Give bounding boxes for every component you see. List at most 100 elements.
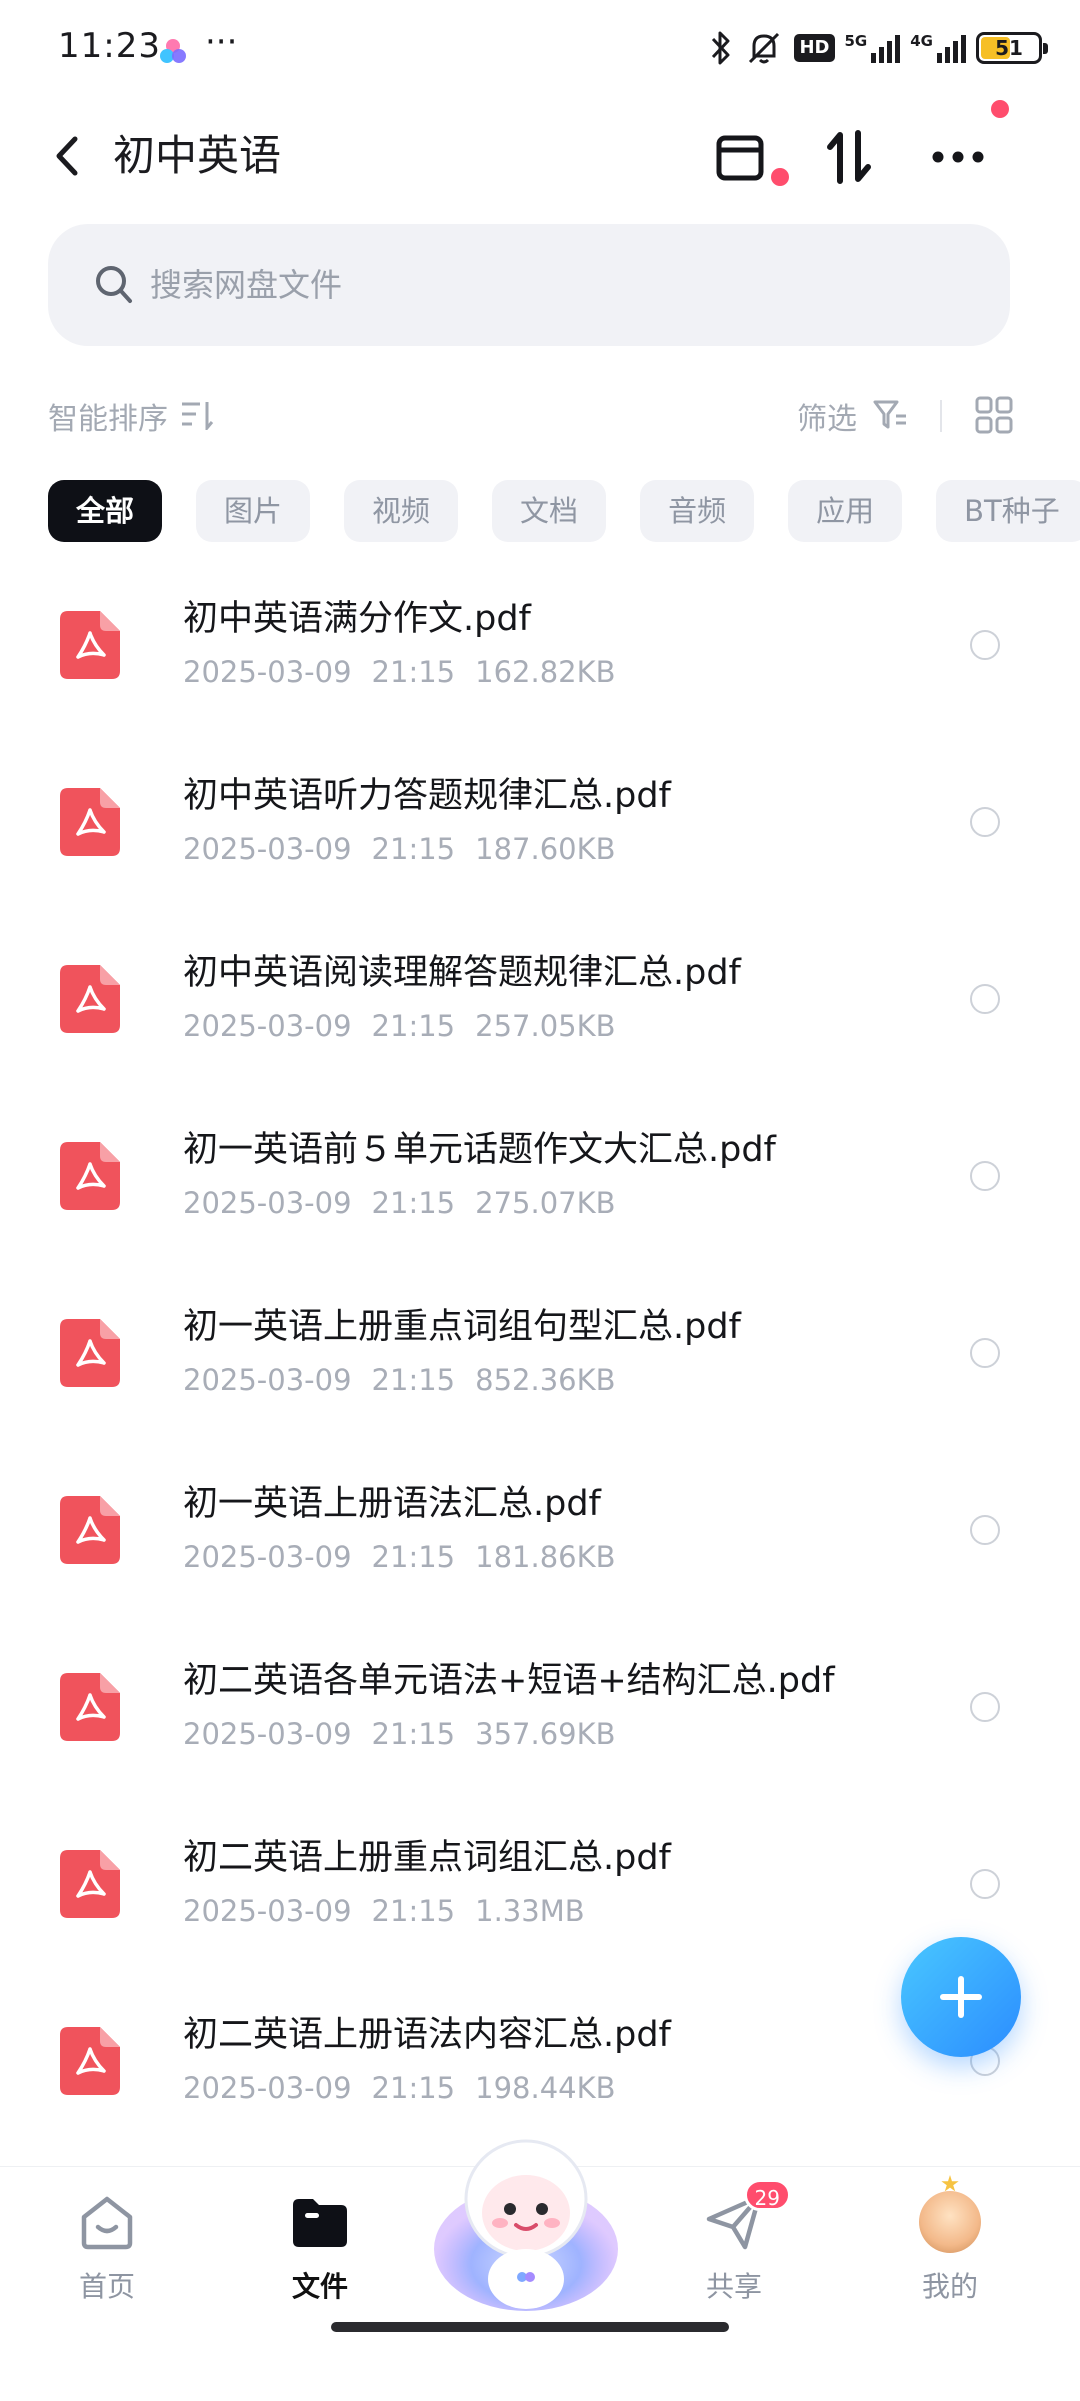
more-button[interactable]	[923, 122, 993, 192]
file-row[interactable]: 初二英语各单元语法+短语+结构汇总.pdf 2025-03-09 21:15 357.…	[0, 1622, 1080, 1799]
mascot-button[interactable]	[430, 2121, 622, 2321]
share-count-badge: 29	[743, 2179, 791, 2211]
back-button[interactable]	[40, 128, 96, 184]
file-size: 357.69KB	[475, 1717, 616, 1751]
page-title: 初中英语	[113, 131, 282, 180]
transfer-list-button[interactable]	[705, 122, 775, 192]
add-button[interactable]	[901, 1937, 1021, 2057]
file-row[interactable]: 初中英语阅读理解答题规律汇总.pdf 2025-03-09 21:15 257.05K…	[0, 914, 1080, 1091]
file-meta: 2025-03-09 21:15 198.44KB	[183, 2068, 636, 2108]
sort-lines-icon	[182, 402, 214, 430]
battery-cap	[1043, 43, 1048, 54]
search-box[interactable]	[48, 224, 1010, 346]
file-row[interactable]: 初二英语上册重点词组汇总.pdf 2025-03-09 21:15 1.33MB	[0, 1799, 1080, 1976]
bluetooth-icon	[712, 31, 730, 65]
select-checkbox[interactable]	[970, 984, 1000, 1014]
file-size: 181.86KB	[475, 1540, 616, 1574]
home-indicator[interactable]	[331, 2322, 729, 2332]
mascot-icon	[434, 2139, 618, 2311]
file-time: 21:15	[371, 832, 456, 866]
chip-videos[interactable]: 视频	[344, 480, 459, 542]
plus-icon	[940, 1976, 982, 2018]
battery-indicator: 51	[976, 32, 1048, 64]
file-date: 2025-03-09	[183, 1540, 352, 1574]
chip-apps[interactable]: 应用	[788, 480, 903, 542]
select-checkbox[interactable]	[970, 807, 1000, 837]
select-checkbox[interactable]	[970, 1692, 1000, 1722]
select-checkbox[interactable]	[970, 630, 1000, 660]
file-size: 275.07KB	[475, 1186, 616, 1220]
pdf-file-icon	[60, 1850, 120, 1918]
chip-documents[interactable]: 文档	[492, 480, 607, 542]
avatar-icon	[915, 2187, 985, 2257]
sort-filter-row: 智能排序 筛选	[0, 384, 1080, 448]
file-size: 257.05KB	[475, 1009, 616, 1043]
search-input[interactable]	[150, 224, 970, 346]
nav-profile[interactable]: 我的	[880, 2187, 1020, 2317]
folder-icon	[285, 2187, 355, 2257]
file-row[interactable]: 初中英语满分作文.pdf 2025-03-09 21:15 162.82KB	[0, 560, 1080, 737]
chip-bt-torrents[interactable]: BT种子	[936, 480, 1080, 542]
grid-view-icon[interactable]	[975, 396, 1013, 434]
file-time: 21:15	[371, 1717, 456, 1751]
file-date: 2025-03-09	[183, 2071, 352, 2105]
select-checkbox[interactable]	[970, 1869, 1000, 1899]
nav-label: 文件	[291, 2270, 348, 2303]
chip-audio[interactable]: 音频	[640, 480, 755, 542]
toolbar-divider	[940, 400, 942, 432]
home-icon	[72, 2187, 142, 2257]
file-name: 初二英语上册重点词组汇总.pdf	[183, 1838, 671, 1878]
file-meta: 2025-03-09 21:15 187.60KB	[183, 829, 636, 869]
nav-home[interactable]: 首页	[37, 2187, 177, 2317]
status-indicators: HD 5G 4G 51	[708, 28, 1048, 68]
pdf-file-icon	[60, 1673, 120, 1741]
file-row[interactable]: 初一英语上册语法汇总.pdf 2025-03-09 21:15 181.86KB	[0, 1445, 1080, 1622]
pdf-file-icon	[60, 611, 120, 679]
file-time: 21:15	[371, 655, 456, 689]
chip-all[interactable]: 全部	[48, 480, 163, 542]
nav-label: 首页	[78, 2270, 135, 2303]
select-checkbox[interactable]	[970, 1161, 1000, 1191]
nav-files[interactable]: 文件	[250, 2187, 390, 2317]
file-size: 198.44KB	[475, 2071, 616, 2105]
file-size: 1.33MB	[475, 1894, 585, 1928]
more-dots-icon	[932, 151, 984, 163]
pdf-file-icon	[60, 1319, 120, 1387]
sort-mode-button[interactable]: 智能排序	[48, 394, 168, 438]
pdf-file-icon	[60, 2027, 120, 2095]
bottom-nav: 首页 文件 29 共享 我的	[0, 2139, 1080, 2401]
file-date: 2025-03-09	[183, 1894, 352, 1928]
file-name: 初一英语上册重点词组句型汇总.pdf	[183, 1307, 741, 1347]
signal-bars-icon	[871, 35, 901, 63]
file-date: 2025-03-09	[183, 1717, 352, 1751]
pdf-file-icon	[60, 965, 120, 1033]
signal-bars-icon	[937, 35, 966, 63]
chevron-left-icon	[56, 136, 78, 176]
file-time: 21:15	[371, 1186, 456, 1220]
avatar	[919, 2191, 981, 2253]
category-chips: 全部 图片 视频 文档 音频 应用 BT种子	[48, 480, 1080, 542]
file-meta: 2025-03-09 21:15 357.69KB	[183, 1714, 636, 1754]
chip-images[interactable]: 图片	[196, 480, 311, 542]
file-meta: 2025-03-09 21:15 275.07KB	[183, 1183, 636, 1223]
file-row[interactable]: 初一英语前５单元话题作文大汇总.pdf 2025-03-09 21:15 275.07…	[0, 1091, 1080, 1268]
file-time: 21:15	[371, 1540, 456, 1574]
battery-level: 51	[995, 36, 1023, 60]
filter-button[interactable]: 筛选	[797, 394, 857, 438]
nav-share[interactable]: 29 共享	[664, 2179, 804, 2317]
file-row[interactable]: 初一英语上册重点词组句型汇总.pdf 2025-03-09 21:15 852.36K…	[0, 1268, 1080, 1445]
select-checkbox[interactable]	[970, 1515, 1000, 1545]
file-name: 初中英语听力答题规律汇总.pdf	[183, 776, 671, 816]
file-size: 852.36KB	[475, 1363, 616, 1397]
status-bar: 11:23 ··· HD 5G 4G 51	[0, 0, 1080, 100]
status-more-dots: ···	[205, 22, 238, 62]
select-checkbox[interactable]	[970, 1338, 1000, 1368]
notification-dot	[771, 168, 789, 186]
file-time: 21:15	[371, 1363, 456, 1397]
pdf-file-icon	[60, 788, 120, 856]
signal-5g: 5G	[845, 33, 901, 63]
archive-box-icon	[716, 135, 764, 181]
sort-arrows-icon	[827, 130, 871, 184]
sort-toggle-button[interactable]	[814, 122, 884, 192]
file-row[interactable]: 初中英语听力答题规律汇总.pdf 2025-03-09 21:15 187.60KB	[0, 737, 1080, 914]
